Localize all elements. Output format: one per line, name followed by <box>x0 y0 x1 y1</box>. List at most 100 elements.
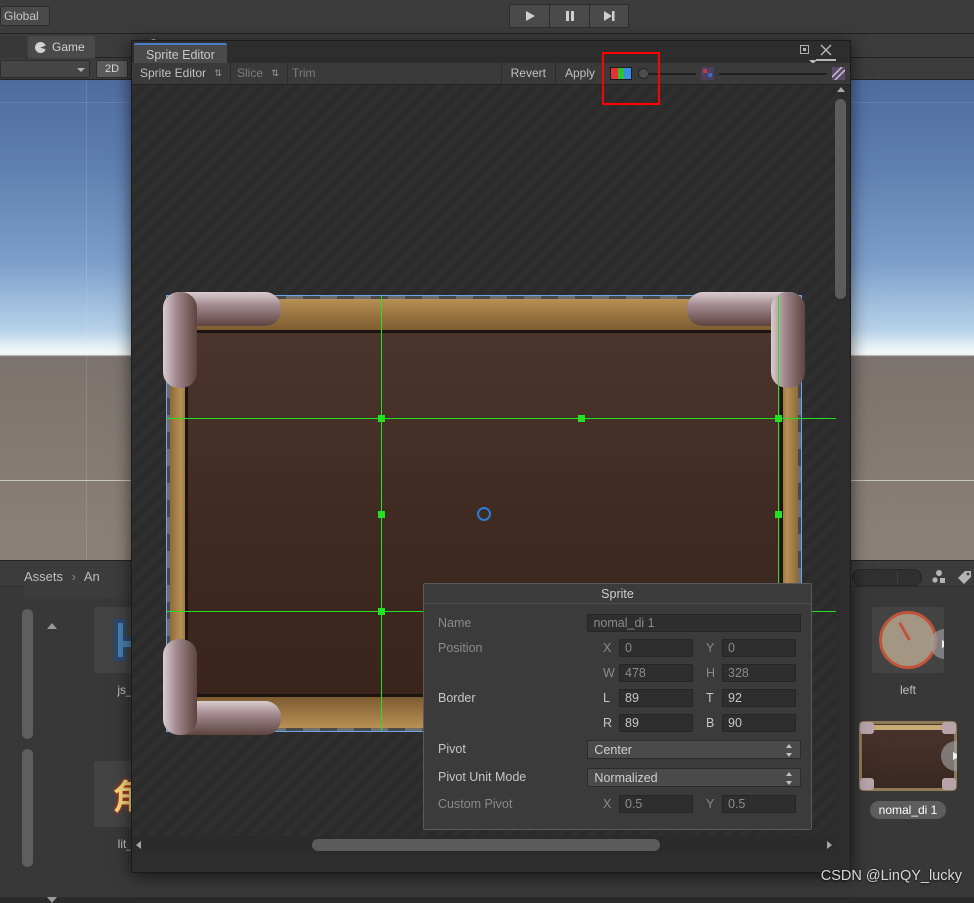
name-field[interactable]: nomal_di 1 <box>587 613 801 632</box>
play-icon <box>953 752 957 760</box>
sprite-editor-titlebar[interactable]: Sprite Editor <box>132 41 850 68</box>
canvas-vertical-scrollbar[interactable] <box>834 85 848 853</box>
size-row: W 478 H 328 <box>438 660 801 685</box>
apply-button[interactable]: Apply <box>554 63 604 84</box>
zoom-slider[interactable] <box>719 63 827 84</box>
border-bottom-axis-label: B <box>706 715 715 730</box>
name-row: Name nomal_di 1 <box>438 610 801 635</box>
revert-button[interactable]: Revert <box>500 63 555 84</box>
border-handle[interactable] <box>378 608 385 615</box>
mode-dropdown[interactable]: Sprite Editor ⇅ <box>132 63 231 84</box>
border-left-field[interactable]: 89 <box>619 688 693 707</box>
position-x-axis-label: X <box>603 640 612 655</box>
corner-ornament <box>687 292 805 388</box>
height-field[interactable]: 328 <box>722 663 796 682</box>
scrollbar-thumb[interactable] <box>312 839 660 851</box>
border-handle[interactable] <box>378 511 385 518</box>
tab-game[interactable]: Game <box>28 36 95 58</box>
trim-button[interactable]: Trim <box>284 63 324 84</box>
pivot-dropdown[interactable]: Center <box>587 739 801 759</box>
border-handle[interactable] <box>775 415 782 422</box>
grid-line <box>86 80 87 560</box>
scrollbar-thumb[interactable] <box>835 99 846 299</box>
pivot-unit-row: Pivot Unit Mode Normalized <box>438 763 801 791</box>
scroll-down-icon[interactable] <box>47 897 57 903</box>
game-view-icon <box>35 42 46 53</box>
border-top-axis-label: T <box>706 690 714 705</box>
rgb-channel-icon[interactable] <box>610 67 632 80</box>
mode-dropdown-label: Sprite Editor <box>140 66 207 80</box>
filter-by-type-icon[interactable] <box>930 569 952 587</box>
pivot-unit-label: Pivot Unit Mode <box>438 770 527 784</box>
canvas-horizontal-scrollbar[interactable] <box>132 836 836 853</box>
breadcrumb-separator-icon: › <box>71 569 76 584</box>
border-handle[interactable] <box>578 415 585 422</box>
pivot-label: Pivot <box>438 742 466 756</box>
breadcrumb-root[interactable]: Assets <box>24 569 63 584</box>
play-button[interactable] <box>509 4 549 28</box>
list-item-label: left <box>899 683 916 697</box>
chevron-down-icon <box>77 68 85 72</box>
scroll-up-icon[interactable] <box>47 623 57 629</box>
slice-dropdown[interactable]: Slice ⇅ <box>229 63 288 84</box>
corner-ornament <box>163 292 281 388</box>
height-axis-label: H <box>706 665 716 680</box>
maximize-icon[interactable] <box>800 45 809 54</box>
position-y-field[interactable]: 0 <box>722 638 796 657</box>
list-item[interactable]: left <box>852 607 964 697</box>
sprite-editor-toolbar: Sprite Editor ⇅ Slice ⇅ Trim Revert Appl… <box>132 63 850 85</box>
border-top-field[interactable]: 92 <box>722 688 796 707</box>
position-x-field[interactable]: 0 <box>619 638 693 657</box>
global-handle-button[interactable]: Global <box>0 6 50 26</box>
alpha-icon <box>701 67 714 80</box>
filter-by-label-icon[interactable] <box>956 569 974 587</box>
pause-icon <box>565 11 574 21</box>
toggle-2d[interactable]: 2D <box>96 60 128 78</box>
list-item-label-selected: nomal_di 1 <box>869 801 947 819</box>
custom-pivot-label: Custom Pivot <box>438 796 513 811</box>
pivot-handle[interactable] <box>477 507 491 521</box>
pause-button[interactable] <box>549 4 589 28</box>
tab-scene[interactable]: e <box>0 36 26 58</box>
asset-thumbnail <box>872 607 944 673</box>
border-handle[interactable] <box>378 415 385 422</box>
pivot-unit-dropdown-value: Normalized <box>594 770 658 785</box>
custom-pivot-y-field[interactable]: 0.5 <box>722 794 796 813</box>
border-guide-top[interactable] <box>167 418 836 419</box>
custom-pivot-x-axis-label: X <box>603 796 612 811</box>
border-bottom-field[interactable]: 90 <box>722 713 796 732</box>
pivot-row: Pivot Center <box>438 735 801 763</box>
tab-sprite-editor[interactable]: Sprite Editor <box>134 43 227 63</box>
compass-icon <box>879 611 937 669</box>
chevron-updown-icon <box>786 743 793 757</box>
chevron-updown-icon: ⇅ <box>271 68 279 78</box>
scroll-right-icon[interactable] <box>827 841 832 849</box>
step-button[interactable] <box>589 4 629 28</box>
pivot-unit-dropdown[interactable]: Normalized <box>587 767 801 787</box>
toolbar-right-group: Revert Apply <box>500 63 850 84</box>
close-icon[interactable] <box>820 44 832 56</box>
border-right-axis-label: R <box>603 715 613 730</box>
display-dropdown[interactable] <box>0 60 90 78</box>
watermark: CSDN @LinQY_lucky <box>820 868 962 884</box>
slice-dropdown-label: Slice <box>237 66 264 80</box>
border-left-axis-label: L <box>603 690 610 705</box>
panel-title: Sprite <box>424 584 811 604</box>
border-rb-row: R 89 B 90 <box>438 710 801 735</box>
border-lt-row: Border L 89 T 92 <box>438 685 801 710</box>
scroll-left-icon[interactable] <box>136 841 141 849</box>
border-handle[interactable] <box>775 511 782 518</box>
search-input[interactable] <box>852 569 922 586</box>
alpha-slider[interactable] <box>638 63 696 84</box>
list-item[interactable]: nomal_di 1 <box>852 721 964 819</box>
custom-pivot-x-field[interactable]: 0.5 <box>619 794 693 813</box>
width-field[interactable]: 478 <box>619 663 693 682</box>
border-right-field[interactable]: 89 <box>619 713 693 732</box>
breadcrumb-current[interactable]: An <box>84 569 100 584</box>
scrollbar-thumb[interactable] <box>22 609 33 739</box>
slider-knob[interactable] <box>638 68 649 79</box>
scrollbar-thumb[interactable] <box>22 749 33 867</box>
scroll-up-icon[interactable] <box>837 87 845 92</box>
position-row: Position X 0 Y 0 <box>438 635 801 660</box>
custom-pivot-row: Custom Pivot X 0.5 Y 0.5 <box>438 791 801 816</box>
